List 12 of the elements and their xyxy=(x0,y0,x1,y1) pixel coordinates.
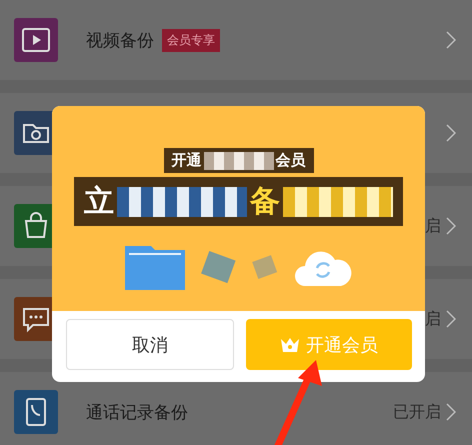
banner-text: 备 xyxy=(250,183,280,221)
member-badge: 会员专享 xyxy=(162,28,220,52)
cancel-button[interactable]: 取消 xyxy=(66,319,234,370)
banner-text: 立 xyxy=(84,183,114,221)
headline-text: 会员 xyxy=(276,151,306,170)
headline-text: 开通 xyxy=(172,151,202,170)
status-text: 启 xyxy=(425,308,441,330)
row-title: 视频备份 xyxy=(86,30,154,52)
row-title: 通话记录备份 xyxy=(86,402,188,424)
status-text: 已开启 xyxy=(393,402,441,422)
status-text: 启 xyxy=(425,216,441,236)
list-row[interactable]: 视频备份 会员专享 xyxy=(0,0,472,80)
